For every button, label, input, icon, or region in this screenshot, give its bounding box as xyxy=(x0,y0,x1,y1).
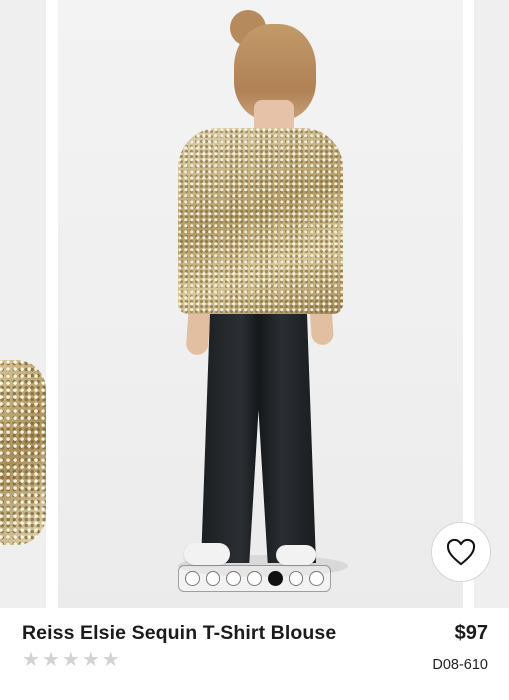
left-shoe xyxy=(184,543,230,565)
star-icon: ★ xyxy=(81,649,100,671)
star-icon: ★ xyxy=(22,649,40,671)
product-info: Reiss Elsie Sequin T-Shirt Blouse $97 ★ ★… xyxy=(0,608,509,700)
heart-icon xyxy=(446,538,476,566)
product-title[interactable]: Reiss Elsie Sequin T-Shirt Blouse xyxy=(22,622,336,645)
previous-product-image[interactable] xyxy=(0,0,46,608)
carousel-dot[interactable] xyxy=(184,571,200,586)
carousel-pagination[interactable] xyxy=(178,565,331,592)
current-product-image[interactable] xyxy=(58,0,463,608)
right-shoe xyxy=(276,545,316,565)
star-icon: ★ xyxy=(61,649,80,671)
carousel-dot[interactable] xyxy=(247,571,262,586)
carousel-dot[interactable] xyxy=(267,571,283,586)
carousel-dot[interactable] xyxy=(288,571,304,586)
add-to-favorites-button[interactable] xyxy=(431,522,491,582)
next-product-image[interactable] xyxy=(474,0,509,608)
rating-stars[interactable]: ★ ★ ★ ★ ★ xyxy=(22,650,120,670)
star-icon: ★ xyxy=(101,649,120,671)
sequin-sleeve-detail xyxy=(0,360,46,545)
sequin-blouse xyxy=(178,128,343,314)
product-price: $97 xyxy=(454,622,488,644)
product-sku: D08-610 xyxy=(432,657,488,673)
carousel-dot[interactable] xyxy=(205,571,221,586)
carousel-dot[interactable] xyxy=(226,571,242,586)
star-icon: ★ xyxy=(41,649,60,671)
velvet-trousers xyxy=(201,308,316,563)
product-image-carousel[interactable] xyxy=(0,0,509,608)
carousel-dot[interactable] xyxy=(309,571,325,586)
